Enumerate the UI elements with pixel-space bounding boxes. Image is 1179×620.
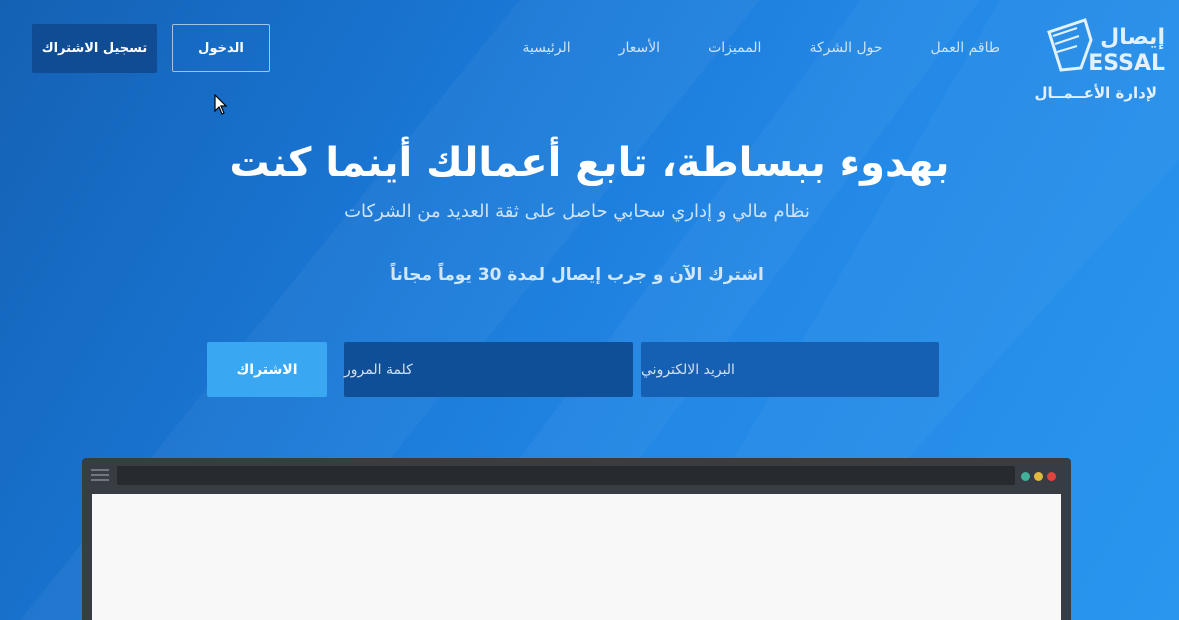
- shield-logo-icon: إيصال ESSAL: [1047, 18, 1165, 74]
- browser-screen: [92, 494, 1061, 620]
- hero-title: بهدوء ببساطة، تابع أعمالك أينما كنت: [229, 140, 950, 186]
- nav-item-pricing[interactable]: الأسعار: [595, 40, 684, 56]
- hero-subtitle: نظام مالي و إداري سحابي حاصل على ثقة الع…: [344, 201, 810, 222]
- browser-address-bar: [117, 466, 1015, 485]
- subscribe-button[interactable]: الاشتراك: [207, 342, 327, 397]
- hamburger-icon: [91, 469, 109, 481]
- yellow-dot-icon: [1034, 472, 1043, 481]
- window-controls: [1021, 472, 1056, 481]
- email-field[interactable]: البريد الالكتروني: [641, 342, 939, 397]
- nav-item-features[interactable]: المميزات: [684, 40, 785, 56]
- password-field[interactable]: كلمة المرور: [344, 342, 633, 397]
- nav-item-home[interactable]: الرئيسية: [498, 40, 594, 56]
- logo-tagline: لإدارة الأعــمــال: [1034, 84, 1158, 102]
- nav-item-team[interactable]: طاقم العمل: [907, 40, 1024, 56]
- red-dot-icon: [1047, 472, 1056, 481]
- hero-cta-text: اشترك الآن و جرب إيصال لمدة 30 يوماً مجا…: [390, 265, 764, 285]
- register-button[interactable]: تسجيل الاشتراك: [32, 24, 157, 73]
- logo-brand-arabic: إيصال: [1100, 25, 1165, 50]
- mouse-cursor-icon: [214, 94, 228, 115]
- nav-item-about[interactable]: حول الشركة: [785, 40, 906, 56]
- login-button[interactable]: الدخول: [172, 24, 270, 72]
- logo-brand-latin: ESSAL: [1088, 51, 1165, 74]
- main-nav: الرئيسية الأسعار المميزات حول الشركة طاق…: [498, 40, 1024, 56]
- brand-logo[interactable]: إيصال ESSAL لإدارة الأعــمــال: [1035, 18, 1167, 104]
- browser-mockup: [82, 458, 1071, 620]
- green-dot-icon: [1021, 472, 1030, 481]
